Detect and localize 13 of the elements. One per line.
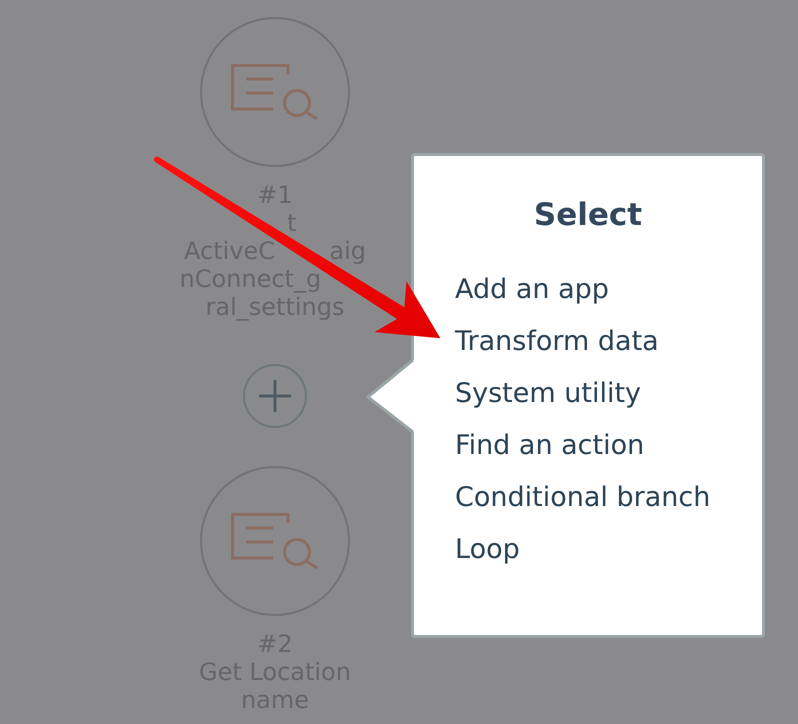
menu-item[interactable]: System utility bbox=[455, 368, 642, 420]
step-node[interactable] bbox=[200, 466, 350, 616]
menu-item[interactable]: Add an app bbox=[455, 264, 609, 316]
menu-item[interactable]: Conditional branch bbox=[455, 472, 710, 524]
step-node[interactable] bbox=[200, 17, 350, 167]
menu-item[interactable]: Find an action bbox=[455, 420, 644, 472]
plus-icon bbox=[259, 380, 291, 412]
add-step-button[interactable] bbox=[243, 364, 307, 428]
document-search-icon bbox=[231, 64, 319, 120]
menu-item[interactable]: Loop bbox=[455, 524, 520, 576]
popover-title: Select bbox=[532, 196, 644, 235]
document-search-icon bbox=[231, 513, 319, 569]
menu-item[interactable]: Transform data bbox=[455, 316, 659, 368]
